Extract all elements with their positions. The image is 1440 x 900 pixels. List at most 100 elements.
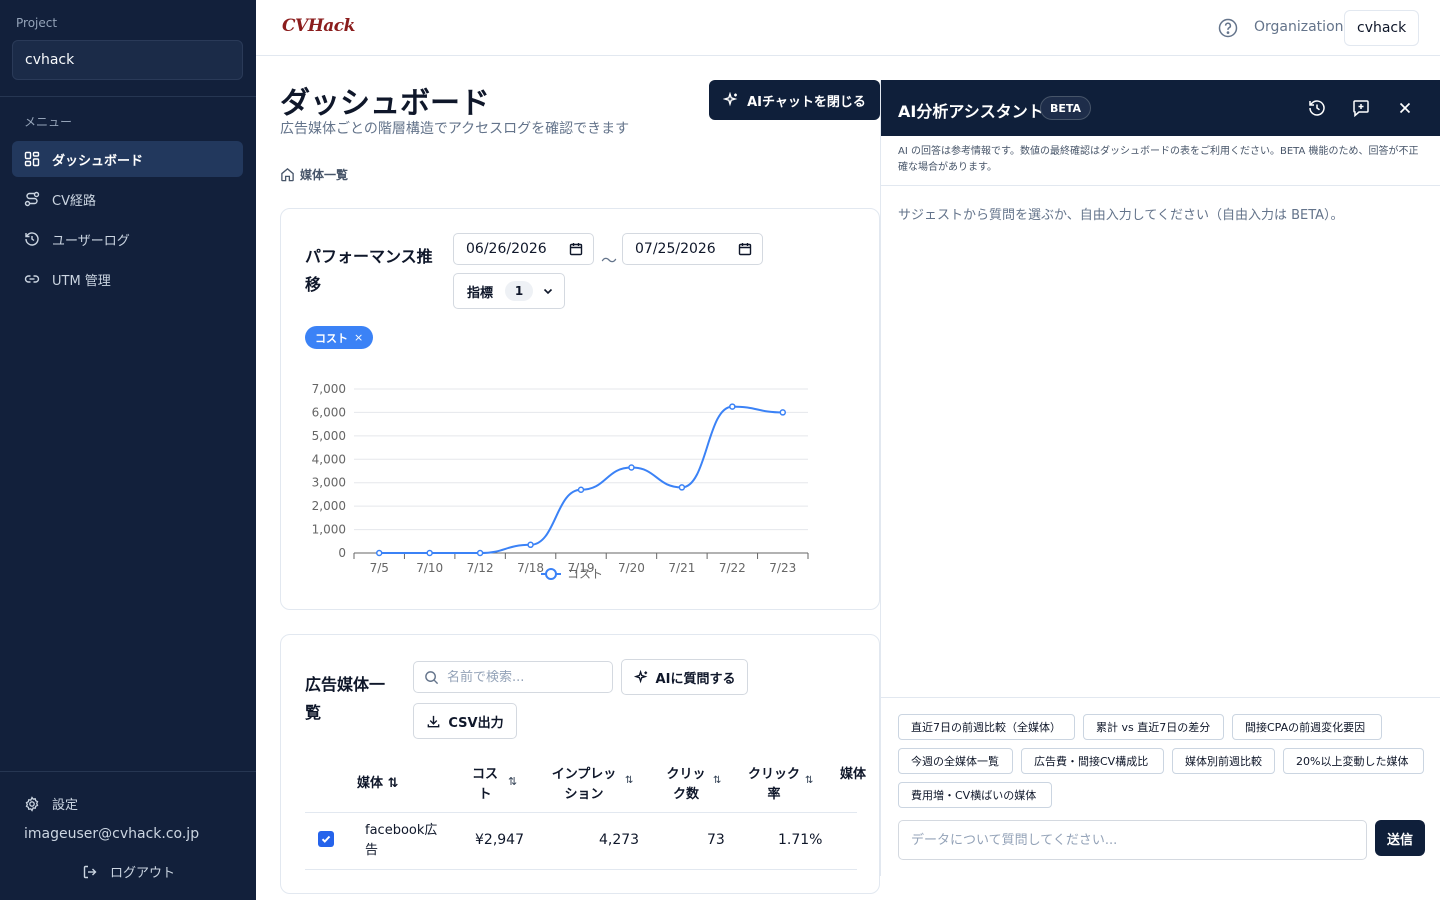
ask-ai-button[interactable]: AIに質問する: [621, 659, 748, 695]
media-list-title: 広告媒体一 覧: [305, 671, 385, 727]
table-cell-clicks: 73: [707, 832, 725, 848]
suggestion-chip[interactable]: 費用増・CV横ばいの媒体: [898, 782, 1052, 808]
y-tick-label: 7,000: [312, 382, 346, 396]
performance-line-chart: 0 1,000 2,000 3,000 4,000 5,000 6,000 7,000 7/5 7…: [312, 382, 809, 581]
close-ai-chat-button[interactable]: AIチャットを閉じる: [709, 80, 880, 120]
sparkle-icon: [633, 669, 647, 683]
top-header: CVHack Organization cvhack: [256, 0, 1440, 56]
column-header-clicks[interactable]: クリッ ク数: [663, 765, 709, 805]
metric-label: 指標: [467, 285, 494, 301]
row-checkbox[interactable]: [318, 831, 334, 847]
y-tick-label: 2,000: [312, 499, 346, 513]
media-list-title-line: 覧: [305, 703, 322, 722]
suggestion-chip[interactable]: 媒体別前週比較: [1172, 748, 1275, 774]
organization-label: Organization: [1254, 19, 1344, 35]
performance-title: パフォーマンス推 移: [305, 243, 433, 299]
date-range-separator: 〜: [601, 251, 618, 270]
csv-export-button[interactable]: CSV出力: [413, 703, 517, 739]
x-tick-label: 7/5: [370, 561, 389, 575]
page-subtitle: 広告媒体ごとの階層構造でアクセスログを確認できます: [280, 121, 630, 137]
sidebar-item-dashboard[interactable]: ダッシュボード: [12, 141, 243, 177]
suggestion-chip[interactable]: 間接CPAの前週変化要因: [1232, 714, 1382, 740]
logout-icon: [83, 865, 97, 878]
table-cell-impressions: 4,273: [599, 832, 640, 848]
column-header-label: ト: [478, 787, 492, 802]
data-point: [678, 484, 686, 491]
suggestion-chip[interactable]: 今週の全媒体一覧: [898, 748, 1013, 774]
performance-title-line: 移: [305, 275, 322, 294]
y-tick-label: 3,000: [312, 476, 346, 490]
gear-icon: [25, 795, 39, 812]
date-to-input[interactable]: 07/25/2026: [622, 233, 763, 265]
suggestion-chip[interactable]: 累計 vs 直近7日の差分: [1083, 714, 1224, 740]
sort-icon[interactable]: ⇅: [508, 775, 517, 788]
y-tick-label: 4,000: [312, 452, 346, 466]
history-icon: [25, 232, 39, 246]
help-icon[interactable]: [1218, 18, 1238, 38]
table-cell-media[interactable]: facebook広 告: [365, 821, 437, 861]
sidebar-item-cv-route[interactable]: CV経路: [12, 181, 243, 217]
x-tick-label: 7/12: [467, 561, 494, 575]
csv-export-label: CSV出力: [448, 715, 504, 731]
media-search-input[interactable]: [447, 669, 597, 685]
y-tick-label: 0: [338, 546, 346, 560]
column-header-label: クリッ: [666, 767, 706, 782]
send-button[interactable]: 送信: [1375, 820, 1425, 856]
media-search-box[interactable]: [413, 661, 613, 693]
breadcrumb[interactable]: 媒体一覧: [280, 166, 348, 183]
logout-button[interactable]: ログアウト: [82, 862, 175, 881]
project-selector[interactable]: cvhack: [12, 40, 243, 80]
cvhack-logo[interactable]: CVHack: [282, 16, 355, 36]
sort-icon[interactable]: ⇅: [805, 775, 813, 786]
sort-icon[interactable]: ⇅: [713, 775, 721, 786]
date-from-input[interactable]: 06/26/2026: [453, 233, 594, 265]
metric-chip-cost[interactable]: コスト ×: [305, 326, 374, 349]
sidebar-item-utm[interactable]: UTM 管理: [12, 261, 243, 297]
sidebar-item-user-log[interactable]: ユーザーログ: [12, 221, 243, 257]
column-header-media[interactable]: 媒体 ⇅: [357, 774, 398, 794]
metric-count-badge: 1: [505, 281, 534, 301]
download-icon: [428, 715, 440, 727]
chat-header: AI分析アシスタント BETA: [881, 80, 1440, 136]
x-tick-label: 7/10: [416, 561, 443, 575]
route-icon: [24, 191, 40, 207]
organization-selector[interactable]: cvhack: [1344, 10, 1420, 46]
y-tick-label: 1,000: [312, 523, 346, 537]
media-list-card: 広告媒体一 覧 AIに質問する CSV出力 媒体 ⇅ コスト ⇅ インプレッショ…: [280, 634, 880, 894]
new-chat-icon[interactable]: [1351, 98, 1371, 118]
column-header-label: 媒体: [357, 776, 384, 791]
data-point: [729, 403, 736, 410]
column-header-ctr[interactable]: クリック率: [747, 765, 801, 805]
sort-icon[interactable]: ⇅: [388, 776, 399, 791]
performance-card: パフォーマンス推 移 06/26/2026 〜 07/25/2026 指標 1 …: [280, 208, 880, 610]
check-icon: [321, 835, 331, 843]
history-icon[interactable]: [1307, 98, 1327, 118]
user-email: imageuser@cvhack.co.jp: [24, 826, 200, 842]
table-row-divider: [305, 869, 857, 870]
y-tick-label: 6,000: [312, 405, 346, 419]
metric-selector[interactable]: 指標 1: [453, 273, 565, 309]
ask-ai-label: AIに質問する: [655, 671, 736, 687]
column-header-media-extra[interactable]: 媒体: [840, 765, 879, 785]
sidebar-item-label: ユーザーログ: [52, 233, 130, 249]
column-header-cost[interactable]: コスト: [467, 765, 503, 805]
project-label: Project: [16, 16, 58, 30]
chat-message-input[interactable]: [898, 820, 1367, 860]
suggestion-chip[interactable]: 直近7日の前週比較（全媒体）: [898, 714, 1075, 740]
sort-icon[interactable]: ⇅: [625, 775, 633, 786]
settings-link[interactable]: 設定: [24, 794, 78, 813]
sidebar-divider: [0, 96, 256, 97]
chip-close-icon[interactable]: ×: [354, 331, 363, 344]
data-point: [476, 549, 484, 557]
suggestion-chip[interactable]: 広告費・間接CV構成比: [1021, 748, 1164, 774]
date-to-value: 07/25/2026: [635, 241, 716, 257]
suggestion-chip[interactable]: 20%以上変動した媒体: [1283, 748, 1424, 774]
beta-badge: BETA: [1040, 96, 1092, 120]
data-point: [426, 549, 433, 557]
menu-label: メニュー: [24, 115, 73, 129]
calendar-icon: [738, 243, 752, 256]
chat-hint-text: サジェストから質問を選ぶか、自由入力してください（自由入力は BETA）。: [898, 208, 1344, 223]
column-header-impressions[interactable]: インプレッ ション: [549, 765, 619, 805]
close-icon[interactable]: [1395, 98, 1415, 118]
breadcrumb-label: 媒体一覧: [300, 168, 349, 182]
